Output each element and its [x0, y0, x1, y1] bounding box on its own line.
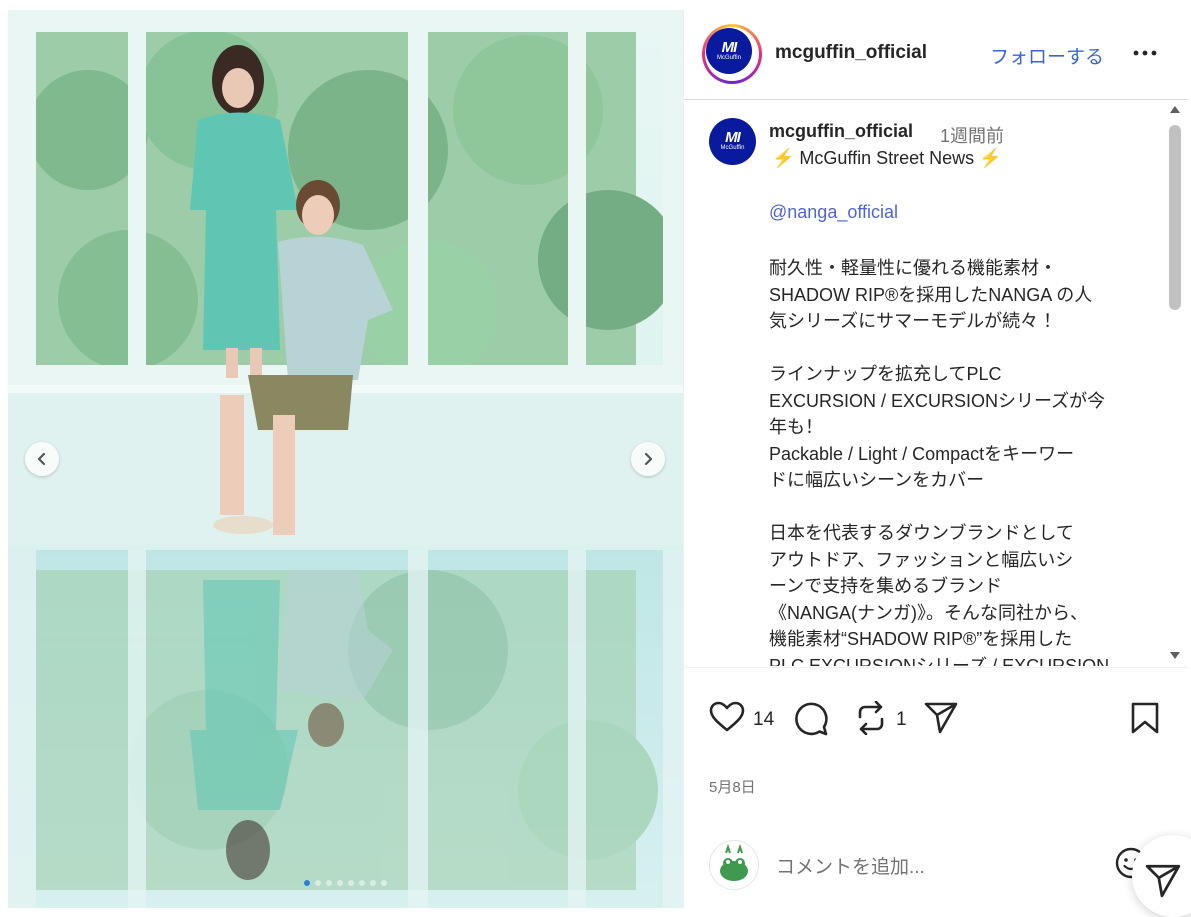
carousel-dot — [359, 880, 365, 886]
caption-avatar[interactable]: MI McGuffin — [709, 118, 756, 165]
carousel-dot — [370, 880, 376, 886]
caption-username[interactable]: mcguffin_official — [769, 121, 913, 142]
chevron-left-icon — [37, 452, 46, 466]
caption-timestamp[interactable]: 1週間前 — [940, 122, 1004, 148]
scroll-up-arrow-icon[interactable] — [1170, 106, 1180, 113]
post-header: MI McGuffin mcguffin_official フォローする — [684, 10, 1188, 100]
carousel-dot — [304, 880, 310, 886]
repost-count[interactable]: 1 — [896, 709, 907, 731]
logo-subtext: McGuffin — [720, 145, 745, 151]
send-icon — [1145, 864, 1181, 898]
carousel-indicator — [8, 880, 683, 886]
comment-icon[interactable] — [793, 701, 829, 737]
lightning-icon: ⚡ — [979, 148, 1002, 168]
current-user-avatar — [709, 840, 759, 890]
carousel-next-button[interactable] — [631, 442, 665, 476]
scrollbar-thumb[interactable] — [1169, 125, 1181, 310]
logo-mark: MI — [721, 38, 738, 56]
story-ring[interactable]: MI McGuffin — [702, 24, 762, 84]
action-bar: 14 1 — [684, 667, 1188, 748]
post-photo — [8, 10, 683, 908]
caption-scroll-area[interactable]: MI McGuffin mcguffin_official 1週間前 ⚡ McG… — [684, 100, 1188, 666]
post-media[interactable] — [8, 10, 683, 908]
more-horizontal-icon[interactable] — [1130, 41, 1160, 65]
avatar: MI McGuffin — [706, 28, 752, 74]
post-details-panel: MI McGuffin mcguffin_official フォローする MI … — [683, 10, 1188, 908]
carousel-dot — [348, 880, 354, 886]
bookmark-icon[interactable] — [1130, 701, 1160, 735]
caption-body: 耐久性・軽量性に優れる機能素材・ SHADOW RIP®を採用したNANGA の… — [769, 258, 1110, 666]
like-count[interactable]: 14 — [753, 709, 774, 731]
post-date[interactable]: 5月8日 — [709, 776, 756, 797]
caption-mention-link[interactable]: @nanga_official — [769, 202, 898, 223]
carousel-dot — [326, 880, 332, 886]
carousel-dot — [315, 880, 321, 886]
logo-mark: MI — [725, 129, 741, 146]
share-icon[interactable] — [923, 701, 959, 735]
caption-headline-text: McGuffin Street News — [794, 148, 980, 168]
lightning-icon: ⚡ — [772, 148, 795, 168]
caption-headline: ⚡ McGuffin Street News ⚡ — [772, 148, 1002, 169]
frog-avatar-icon — [720, 843, 748, 881]
follow-button[interactable]: フォローする — [990, 42, 1104, 69]
heart-icon[interactable] — [709, 701, 745, 733]
logo-subtext: McGuffin — [717, 54, 741, 61]
carousel-dot — [337, 880, 343, 886]
comment-composer — [684, 830, 1188, 908]
chevron-right-icon — [644, 452, 653, 466]
carousel-prev-button[interactable] — [25, 442, 59, 476]
comment-input[interactable] — [776, 854, 1076, 882]
caption-scrollbar[interactable] — [1167, 100, 1183, 666]
scroll-down-arrow-icon[interactable] — [1170, 652, 1180, 659]
header-username[interactable]: mcguffin_official — [775, 42, 927, 64]
repost-icon[interactable] — [854, 701, 888, 735]
carousel-dot — [381, 880, 387, 886]
